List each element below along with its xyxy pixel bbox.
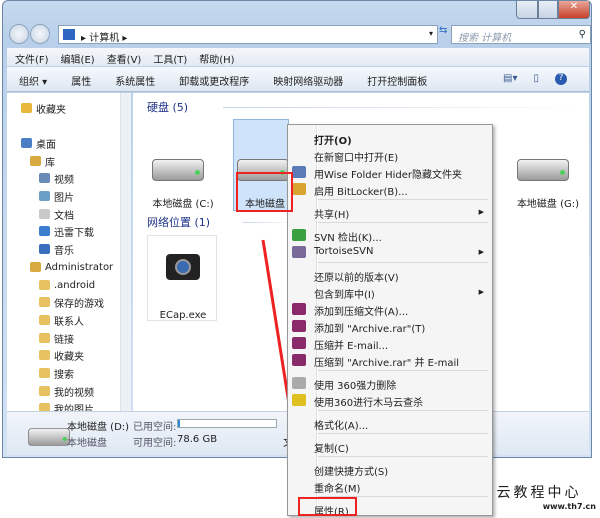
context-menu-item[interactable]: SVN 检出(K)... <box>314 226 488 244</box>
menu-separator <box>318 410 488 411</box>
menu-separator <box>318 433 488 434</box>
context-menu: 打开(O) 在新窗口中打开(E) 用Wise Folder Hider隐藏文件夹 启用… <box>287 124 493 518</box>
menu-separator <box>318 199 488 200</box>
context-menu-item[interactable]: 复制(C) <box>314 437 488 455</box>
context-menu-item[interactable]: 重命名(M) <box>314 477 488 495</box>
context-menu-item[interactable]: 创建快捷方式(S) <box>314 460 488 478</box>
submenu-arrow-icon: ▶ <box>478 288 484 296</box>
highlight-box-drive <box>236 172 293 212</box>
context-menu-item[interactable]: TortoiseSVN <box>314 243 488 260</box>
context-menu-item[interactable]: 压缩并 E-mail... <box>314 334 488 352</box>
menu-item-icon <box>292 229 306 241</box>
context-menu-item[interactable]: 使用 360强力删除 <box>314 374 488 392</box>
menu-item-icon <box>292 246 306 258</box>
context-menu-item[interactable]: 压缩到 "Archive.rar" 并 E-mail <box>314 351 488 369</box>
menu-separator <box>318 370 488 371</box>
menu-item-icon <box>292 320 306 332</box>
context-menu-item[interactable]: 添加到压缩文件(A)... <box>314 300 488 318</box>
context-menu-item[interactable]: 还原以前的版本(V) <box>314 266 488 284</box>
submenu-arrow-icon: ▶ <box>478 248 484 256</box>
highlight-box-properties <box>298 497 357 516</box>
menu-item-icon <box>292 303 306 315</box>
context-menu-item[interactable]: 启用 BitLocker(B)... <box>314 180 488 198</box>
context-menu-item[interactable]: 共享(H) <box>314 203 488 221</box>
context-menu-item[interactable]: 打开(O) <box>314 129 488 147</box>
context-menu-item[interactable]: 包含到库中(I) <box>314 283 488 301</box>
menu-separator <box>318 262 488 263</box>
menu-item-icon <box>292 183 306 195</box>
menu-item-icon <box>292 166 306 178</box>
menu-item-icon <box>292 377 306 389</box>
menu-separator <box>318 222 488 223</box>
menu-item-icon <box>292 354 306 366</box>
menu-item-icon <box>292 394 306 406</box>
menu-item-icon <box>292 337 306 349</box>
submenu-arrow-icon: ▶ <box>478 208 484 216</box>
context-menu-item[interactable]: 格式化(A)... <box>314 414 488 432</box>
context-menu-item[interactable]: 用Wise Folder Hider隐藏文件夹 <box>314 163 488 181</box>
menu-separator <box>318 456 488 457</box>
context-menu-item[interactable]: 添加到 "Archive.rar"(T) <box>314 317 488 335</box>
context-menu-item[interactable]: 在新窗口中打开(E) <box>314 146 488 164</box>
context-menu-item[interactable]: 使用360进行木马云查杀 <box>314 391 488 409</box>
